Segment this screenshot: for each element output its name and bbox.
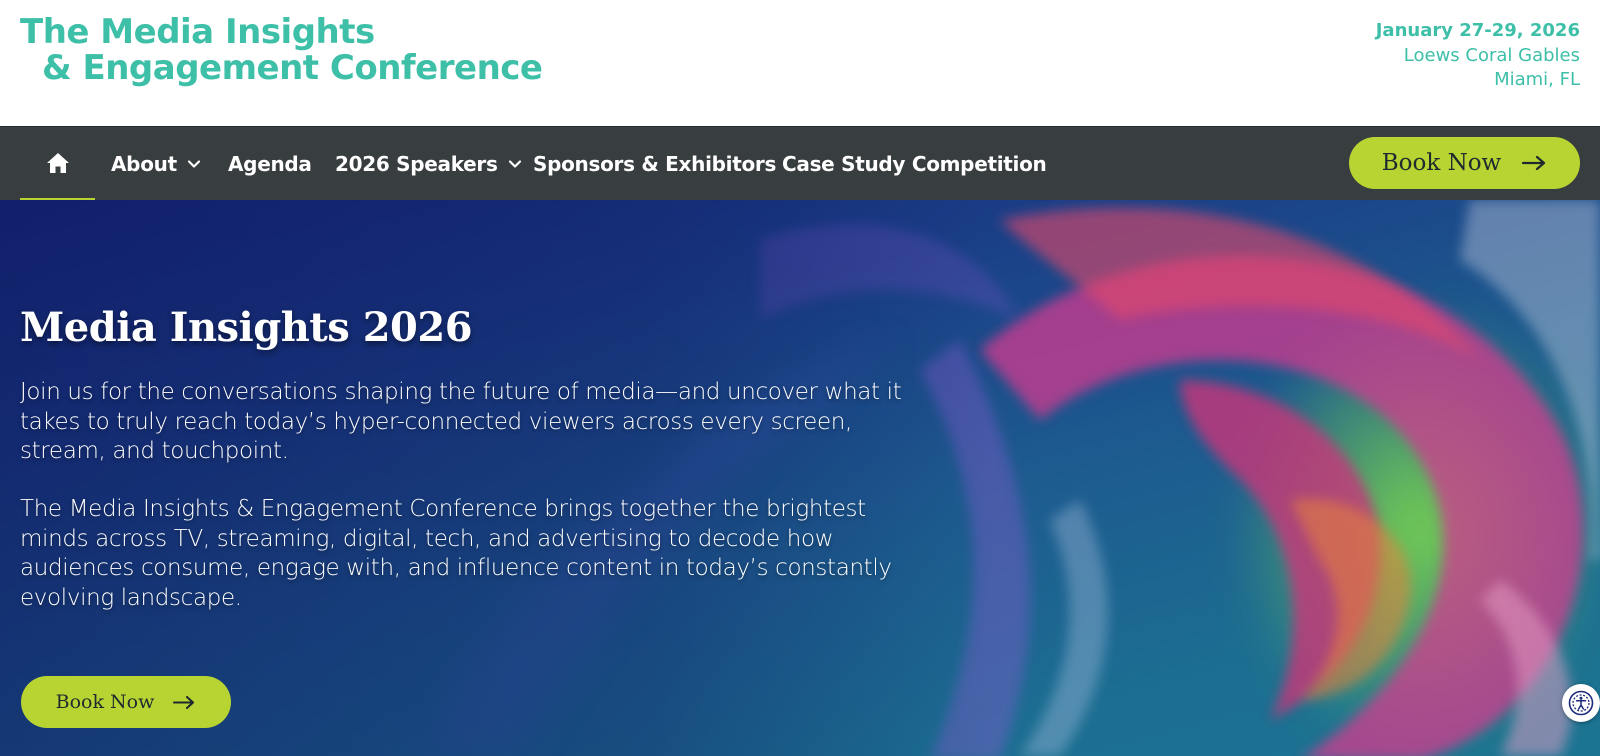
nav-item-sponsors-label: Sponsors & Exhibitors xyxy=(533,151,777,176)
main-nav: About Agenda 2026 Speakers Sponsors & Ex… xyxy=(0,126,1600,200)
hero-title: Media Insights 2026 xyxy=(20,304,473,351)
nav-item-case-study-label: Case Study Competition xyxy=(782,151,1047,176)
book-now-label: Book Now xyxy=(1381,150,1502,176)
book-now-label: Book Now xyxy=(55,691,155,713)
accessibility-button[interactable] xyxy=(1562,684,1600,722)
book-now-button-nav[interactable]: Book Now xyxy=(1349,137,1580,189)
accessibility-icon xyxy=(1568,690,1594,716)
event-info: January 27-29, 2026 Loews Coral Gables M… xyxy=(1376,19,1580,93)
nav-item-agenda-label: Agenda xyxy=(228,151,312,176)
chevron-down-icon xyxy=(508,159,522,169)
nav-home[interactable] xyxy=(20,127,95,200)
book-now-button-hero[interactable]: Book Now xyxy=(21,676,231,728)
hero-section: Media Insights 2026 Join us for the conv… xyxy=(0,200,1600,756)
logo-line-2: & Engagement Conference xyxy=(42,48,543,88)
nav-item-speakers-label: 2026 Speakers xyxy=(335,151,498,176)
event-venue: Loews Coral Gables xyxy=(1403,44,1580,66)
arrow-right-icon xyxy=(1521,155,1547,171)
event-city: Miami, FL xyxy=(1494,69,1580,90)
logo-line-1: The Media Insights xyxy=(20,12,375,52)
nav-item-speakers[interactable]: 2026 Speakers xyxy=(335,127,522,200)
site-header: The Media Insights & Engagement Conferen… xyxy=(0,0,1600,126)
home-icon xyxy=(46,152,69,173)
hero-overlay xyxy=(0,200,1600,756)
nav-item-agenda[interactable]: Agenda xyxy=(228,127,312,200)
nav-item-sponsors[interactable]: Sponsors & Exhibitors xyxy=(533,127,776,200)
chevron-down-icon xyxy=(187,159,201,169)
arrow-right-icon xyxy=(172,695,196,710)
nav-item-about-label: About xyxy=(111,151,177,176)
hero-description-paragraph: The Media Insights & Engagement Conferen… xyxy=(20,496,892,611)
site-logo[interactable]: The Media Insights & Engagement Conferen… xyxy=(20,14,543,86)
nav-item-about[interactable]: About xyxy=(111,127,201,200)
hero-intro-paragraph: Join us for the conversations shaping th… xyxy=(20,379,902,464)
nav-item-case-study[interactable]: Case Study Competition xyxy=(782,127,1047,200)
event-date: January 27-29, 2026 xyxy=(1375,20,1580,41)
